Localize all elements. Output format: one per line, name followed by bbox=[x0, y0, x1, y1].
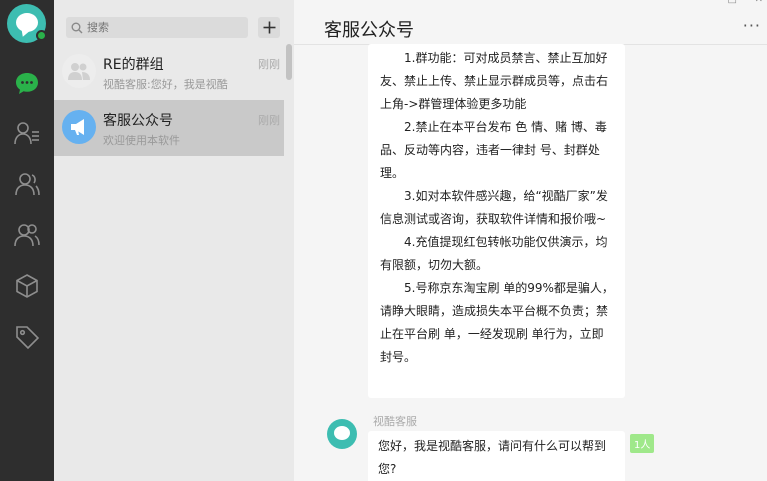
plus-icon bbox=[263, 21, 275, 34]
notice-line: 1.群功能：可对成员禁言、禁止互加好友、禁止上传、禁止显示群成员等，点击右上角-… bbox=[380, 51, 609, 111]
conversation-name: 客服公众号 bbox=[103, 113, 173, 129]
reply-text: 您好，我是视酷客服，请问有什么可以帮到您? bbox=[378, 439, 607, 476]
nav-chat[interactable] bbox=[0, 63, 54, 103]
chat-bubble-icon bbox=[16, 13, 38, 32]
nav-friends[interactable] bbox=[0, 164, 54, 204]
megaphone-icon bbox=[71, 119, 84, 135]
contacts-icon bbox=[14, 122, 39, 145]
chat-icon bbox=[16, 73, 38, 94]
add-button[interactable] bbox=[258, 17, 280, 38]
read-count-badge: 1人 bbox=[630, 434, 655, 453]
more-options-icon[interactable]: ··· bbox=[743, 16, 761, 35]
chat-bubble-icon bbox=[334, 426, 350, 440]
conversation-item-service[interactable]: 客服公众号 欢迎使用本软件 刚刚 bbox=[54, 100, 284, 156]
conversation-time: 刚刚 bbox=[258, 58, 280, 71]
nav-contacts[interactable] bbox=[0, 113, 54, 153]
notice-line: 3.如对本软件感兴趣，给“视酷厂家”发信息测试或咨询，获取软件详情和报价哦~ bbox=[380, 189, 608, 226]
online-status-dot bbox=[36, 30, 47, 41]
search-box[interactable] bbox=[66, 17, 248, 38]
list-scrollbar[interactable] bbox=[286, 44, 292, 80]
notice-line: 5.号称京东淘宝刷 单的99%都是骗人，请睁大眼睛，造成损失本平台概不负责；禁止… bbox=[380, 281, 614, 364]
sender-name: 视酷客服 bbox=[373, 415, 417, 428]
conversation-preview: 视酷客服:您好，我是视酷 bbox=[103, 78, 228, 91]
tag-icon bbox=[16, 326, 40, 350]
notice-message: 1.群功能：可对成员禁言、禁止互加好友、禁止上传、禁止显示群成员等，点击右上角-… bbox=[368, 44, 625, 398]
minimize-icon[interactable]: — bbox=[699, 0, 709, 5]
conversation-item-group[interactable]: RE的群组 视酷客服:您好，我是视酷 刚刚 bbox=[54, 44, 284, 100]
group-avatar-icon bbox=[68, 63, 90, 80]
group-icon bbox=[14, 224, 40, 247]
nav-tags[interactable] bbox=[0, 317, 54, 357]
reply-message: 您好，我是视酷客服，请问有什么可以帮到您? bbox=[368, 431, 625, 481]
search-input[interactable] bbox=[87, 21, 237, 34]
notice-line: 4.充值提现红包转帐功能仅供演示，均有限额，切勿大额。 bbox=[380, 235, 608, 272]
group-avatar bbox=[62, 54, 96, 88]
nav-groups[interactable] bbox=[0, 215, 54, 255]
maximize-icon[interactable]: □ bbox=[728, 0, 737, 5]
conversation-list: RE的群组 视酷客服:您好，我是视酷 刚刚 客服公众号 欢迎使用本软件 刚刚 bbox=[54, 0, 294, 481]
nav-rail bbox=[0, 0, 54, 481]
person-icon bbox=[15, 173, 40, 196]
conversation-time: 刚刚 bbox=[258, 114, 280, 127]
user-avatar[interactable] bbox=[7, 4, 47, 43]
search-icon bbox=[71, 22, 83, 33]
nav-apps[interactable] bbox=[0, 266, 54, 306]
conversation-name: RE的群组 bbox=[103, 57, 164, 73]
notice-line: 2.禁止在本平台发布 色 情、赌 博、毒 品、反动等内容，违者一律封 号、封群处… bbox=[380, 120, 607, 180]
conversation-preview: 欢迎使用本软件 bbox=[103, 134, 180, 147]
close-icon[interactable]: ✕ bbox=[755, 0, 763, 5]
sender-avatar[interactable] bbox=[327, 419, 357, 449]
chat-title: 客服公众号 bbox=[324, 20, 414, 41]
cube-icon bbox=[16, 274, 38, 298]
chat-panel: — □ ✕ 客服公众号 ··· 1.群功能：可对成员禁言、禁止互加好友、禁止上传… bbox=[294, 0, 767, 481]
service-avatar bbox=[62, 110, 96, 144]
